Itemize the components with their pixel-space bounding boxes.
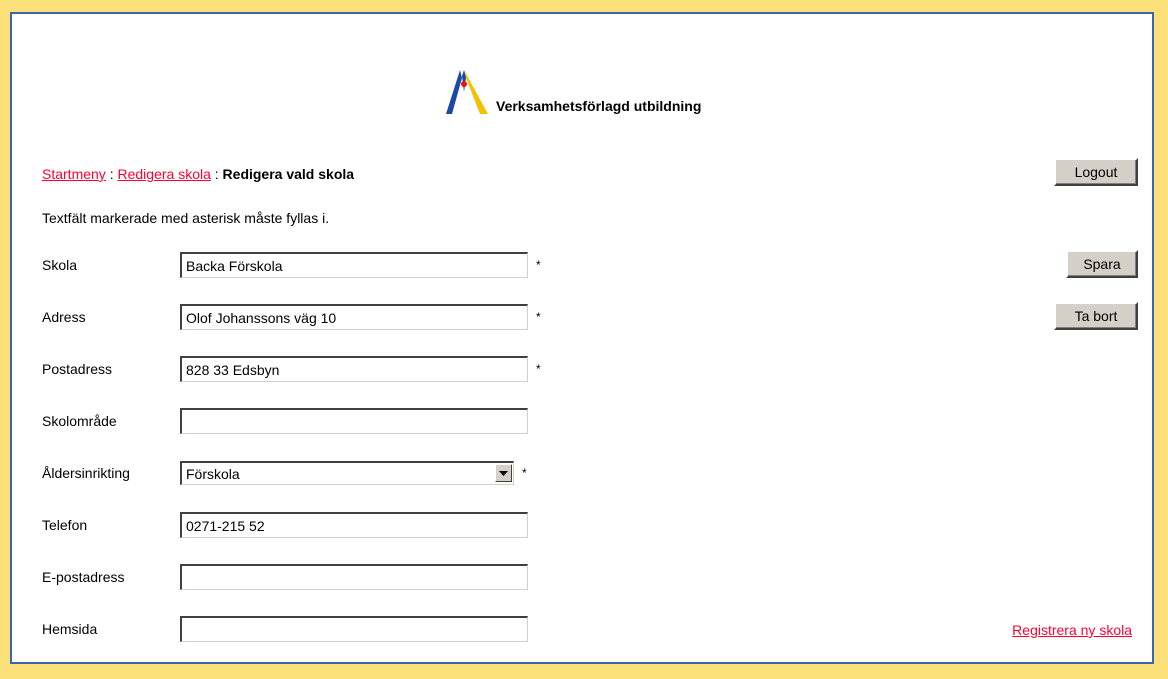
breadcrumb-startmeny[interactable]: Startmeny: [42, 166, 106, 182]
breadcrumb-separator: :: [109, 166, 114, 182]
breadcrumb-separator: :: [214, 166, 219, 182]
telefon-input[interactable]: 0271-215 52: [180, 512, 528, 538]
skola-label: Skola: [42, 257, 78, 273]
field-row-aldersinrikting: Åldersinrikting Förskola *: [42, 458, 527, 488]
aldersinrikting-value: Förskola: [186, 465, 240, 482]
breadcrumb-redigera-skola[interactable]: Redigera skola: [117, 166, 210, 182]
field-row-skola: Skola Backa Förskola *: [42, 250, 541, 280]
field-row-hemsida: Hemsida: [42, 614, 528, 644]
logo-text: Verksamhetsförlagd utbildning: [496, 98, 702, 114]
dropdown-arrow-icon[interactable]: [495, 464, 512, 482]
postadress-label: Postadress: [42, 361, 113, 377]
postadress-input[interactable]: 828 33 Edsbyn: [180, 356, 528, 382]
required-asterisk: *: [536, 310, 541, 324]
aldersinrikting-label: Åldersinrikting: [42, 465, 130, 481]
skolomrade-label: Skolområde: [42, 413, 117, 429]
field-row-adress: Adress Olof Johanssons väg 10 *: [42, 302, 541, 332]
hemsida-label: Hemsida: [42, 621, 98, 637]
required-asterisk: *: [536, 362, 541, 376]
required-asterisk: *: [536, 258, 541, 272]
field-row-epost: E-postadress: [42, 562, 528, 592]
hemsida-input[interactable]: [180, 616, 528, 642]
telefon-label: Telefon: [42, 517, 88, 533]
logo-icon: [446, 70, 488, 114]
aldersinrikting-select[interactable]: Förskola: [180, 461, 514, 485]
breadcrumb: Startmeny : Redigera skola : Redigera va…: [42, 166, 354, 182]
epost-label: E-postadress: [42, 569, 125, 585]
required-fields-note: Textfält markerade med asterisk måste fy…: [42, 210, 330, 226]
field-row-postadress: Postadress 828 33 Edsbyn *: [42, 354, 541, 384]
breadcrumb-current: Redigera vald skola: [222, 166, 355, 182]
adress-input[interactable]: Olof Johanssons väg 10: [180, 304, 528, 330]
save-button[interactable]: Spara: [1066, 250, 1138, 278]
delete-button[interactable]: Ta bort: [1054, 302, 1138, 330]
main-panel: Verksamhetsförlagd utbildning Startmeny …: [10, 12, 1154, 664]
logout-button[interactable]: Logout: [1054, 158, 1138, 186]
required-asterisk: *: [522, 466, 527, 480]
adress-label: Adress: [42, 309, 86, 325]
register-new-school-link[interactable]: Registrera ny skola: [1012, 622, 1132, 638]
skolomrade-input[interactable]: [180, 408, 528, 434]
epost-input[interactable]: [180, 564, 528, 590]
field-row-telefon: Telefon 0271-215 52: [42, 510, 528, 540]
site-logo: Verksamhetsförlagd utbildning: [440, 68, 701, 118]
field-row-skolomrade: Skolområde: [42, 406, 528, 436]
skola-input[interactable]: Backa Förskola: [180, 252, 528, 278]
